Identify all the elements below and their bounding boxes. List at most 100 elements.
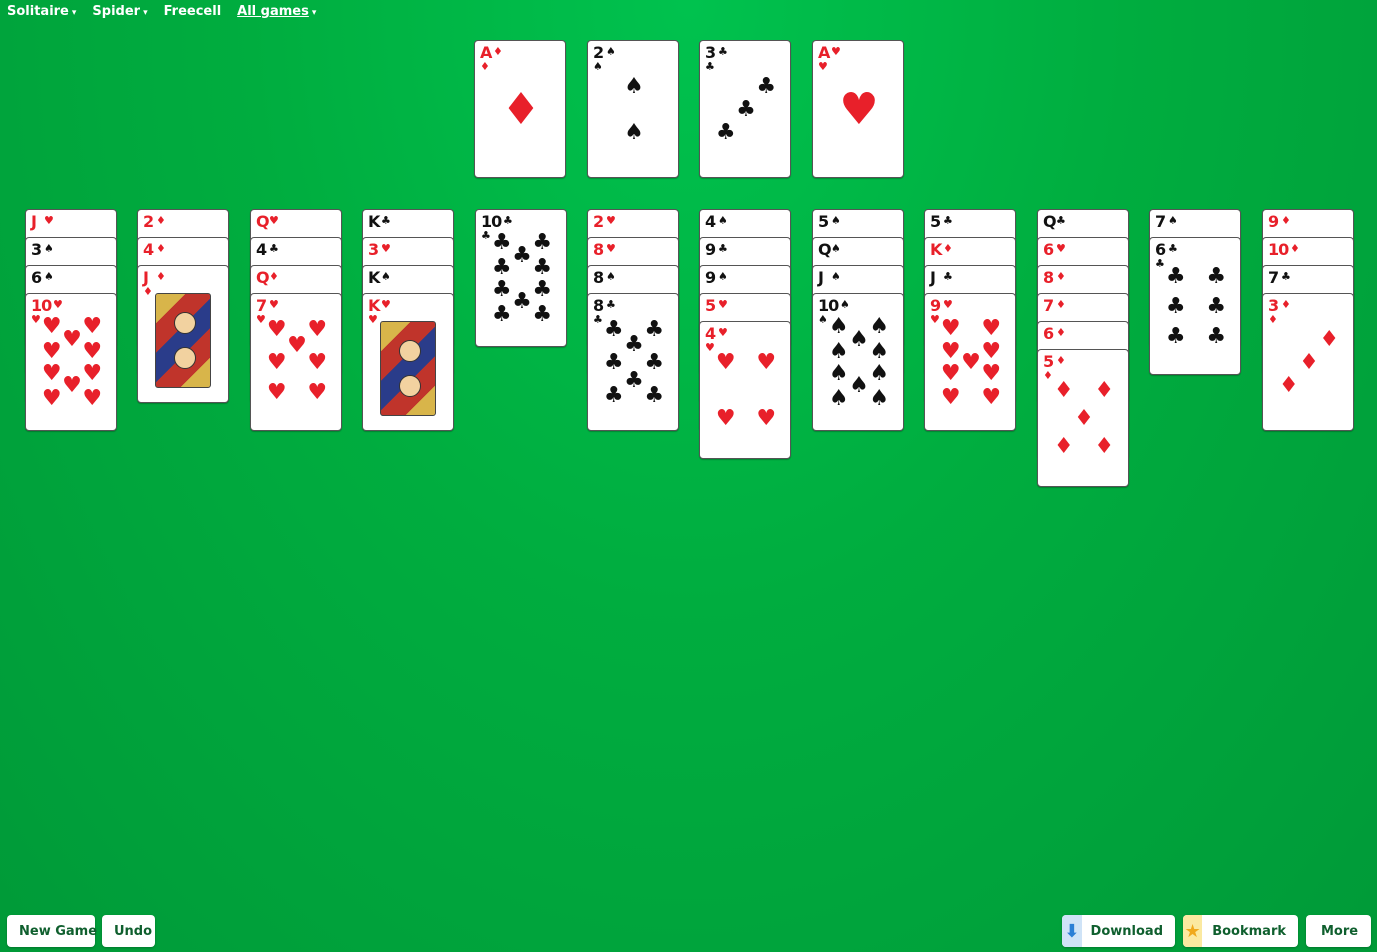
card-rank: 8 <box>593 240 604 259</box>
download-label: Download <box>1090 923 1163 939</box>
heart-pip-icon: ♥ <box>287 333 307 359</box>
heart-suit-icon: ♥ <box>269 298 279 311</box>
club-pip-icon: ♣ <box>532 230 553 256</box>
card-rank: K <box>368 212 380 231</box>
club-pip-icon: ♣ <box>624 367 644 393</box>
heart-suit-icon: ♥ <box>53 298 63 311</box>
heart-pip-icon: ♥ <box>41 338 62 364</box>
more-button[interactable]: More <box>1306 915 1371 947</box>
card-rank: 8 <box>1043 268 1054 287</box>
heart-corner-icon: ♥ <box>705 341 715 354</box>
face-head-icon <box>399 340 421 362</box>
heart-pip-icon: ♥ <box>41 361 62 387</box>
heart-pip-icon: ♥ <box>756 405 777 431</box>
club-pip-icon: ♣ <box>624 332 644 358</box>
caret-down-icon: ▾ <box>71 8 77 18</box>
heart-pip-icon: ♥ <box>981 338 1002 364</box>
card-10-of-spades[interactable]: 10 ♠ ♠ ♠ ♠ ♠ ♠ ♠ ♠ ♠ ♠ ♠ ♠ <box>812 293 904 431</box>
spade-pip-icon: ♠ <box>828 314 849 340</box>
heart-corner-icon: ♥ <box>256 313 266 326</box>
club-pip-icon: ♣ <box>512 242 532 268</box>
club-suit-icon: ♣ <box>503 214 513 227</box>
card-rank: J <box>31 212 37 231</box>
heart-pip-icon: ♥ <box>756 350 777 376</box>
diamond-suit-icon: ♦ <box>493 45 503 58</box>
card-10-of-clubs[interactable]: 10 ♣ ♣ ♣ ♣ ♣ ♣ ♣ ♣ ♣ ♣ ♣ ♣ <box>475 209 567 347</box>
heart-pip-icon: ♥ <box>307 380 328 406</box>
download-arrow-icon: ⬇ <box>1062 915 1082 947</box>
spade-corner-icon: ♠ <box>593 60 603 73</box>
club-pip-icon: ♣ <box>736 97 756 122</box>
card-3-of-diamonds[interactable]: 3 ♦ ♦ ♦ ♦ ♦ <box>1262 293 1354 431</box>
spade-pip-icon: ♠ <box>624 73 644 99</box>
heart-corner-icon: ♥ <box>930 313 940 326</box>
spade-suit-icon: ♠ <box>44 270 54 283</box>
diamond-corner-icon: ♦ <box>1043 369 1053 382</box>
club-pip-icon: ♣ <box>603 350 624 375</box>
card-6-of-clubs[interactable]: 6 ♣ ♣ ♣ ♣ ♣ ♣ ♣ ♣ <box>1149 237 1241 375</box>
card-j-of-diamonds[interactable]: J ♦ ♦ <box>137 265 229 403</box>
card-rank: 7 <box>1043 296 1054 315</box>
face-head-icon <box>399 375 421 397</box>
spade-suit-icon: ♠ <box>44 242 54 255</box>
nav-item-solitaire[interactable]: Solitaire ▾ <box>7 4 76 19</box>
card-3-of-clubs[interactable]: 3 ♣ ♣ ♣ ♣ ♣ <box>699 40 791 178</box>
heart-pip-icon: ♥ <box>307 316 328 342</box>
card-a-of-diamonds[interactable]: A ♦ ♦ ♦ <box>474 40 566 178</box>
heart-pip-icon: ♥ <box>981 315 1002 341</box>
club-pip-icon: ♣ <box>491 277 512 303</box>
card-7-of-hearts[interactable]: 7 ♥ ♥ ♥ ♥ ♥ ♥ ♥ ♥ ♥ <box>250 293 342 431</box>
card-rank: 6 <box>1043 324 1054 343</box>
heart-pip-icon: ♥ <box>715 350 736 376</box>
diamond-suit-icon: ♦ <box>156 242 166 255</box>
card-2-of-spades[interactable]: 2 ♠ ♠ ♠ ♠ <box>587 40 679 178</box>
nav-item-freecell[interactable]: Freecell <box>164 4 222 19</box>
spade-suit-icon: ♠ <box>718 270 728 283</box>
nav-item-all-games[interactable]: All games ▾ <box>237 4 316 19</box>
club-corner-icon: ♣ <box>705 60 715 73</box>
spade-corner-icon: ♠ <box>818 313 828 326</box>
download-button[interactable]: ⬇ Download <box>1062 915 1175 947</box>
new-game-button[interactable]: New Game <box>7 915 97 947</box>
card-rank: 10 <box>1268 240 1289 259</box>
heart-pip-icon: ♥ <box>266 380 287 406</box>
club-pip-icon: ♣ <box>644 350 665 375</box>
card-8-of-clubs[interactable]: 8 ♣ ♣ ♣ ♣ ♣ ♣ ♣ ♣ ♣ ♣ <box>587 293 679 431</box>
card-k-of-hearts[interactable]: K ♥ ♥ <box>362 293 454 431</box>
card-rank: 2 <box>143 212 154 231</box>
spade-suit-icon: ♠ <box>831 270 841 283</box>
club-pip-icon: ♣ <box>512 289 532 315</box>
card-5-of-diamonds[interactable]: 5 ♦ ♦ ♦ ♦ ♦ ♦ ♦ <box>1037 349 1129 487</box>
card-rank: 5 <box>818 212 829 231</box>
face-head-icon <box>174 312 196 334</box>
heart-pip-icon: ♥ <box>981 361 1002 387</box>
face-head-icon <box>174 347 196 369</box>
card-rank: Q <box>1043 212 1057 231</box>
club-pip-icon: ♣ <box>644 316 665 342</box>
heart-suit-icon: ♥ <box>381 242 391 255</box>
heart-pip-icon: ♥ <box>82 314 103 340</box>
diamond-suit-icon: ♦ <box>1290 242 1300 255</box>
bookmark-button[interactable]: ★ Bookmark <box>1183 915 1298 947</box>
heart-suit-icon: ♥ <box>606 214 616 227</box>
nav-item-label: Solitaire <box>7 4 69 19</box>
card-9-of-hearts[interactable]: 9 ♥ ♥ ♥ ♥ ♥ ♥ ♥ ♥ ♥ ♥ ♥ <box>924 293 1016 431</box>
heart-pip-icon: ♥ <box>82 385 103 411</box>
card-rank: 3 <box>368 240 379 259</box>
heart-pip-icon: ♥ <box>41 385 62 411</box>
undo-button[interactable]: Undo <box>102 915 155 947</box>
top-nav: Solitaire ▾ Spider ▾ Freecell All games ▾ <box>7 4 316 19</box>
nav-item-spider[interactable]: Spider ▾ <box>92 4 147 19</box>
club-pip-icon: ♣ <box>532 254 553 280</box>
card-rank: 6 <box>31 268 42 287</box>
card-4-of-hearts[interactable]: 4 ♥ ♥ ♥ ♥ ♥ ♥ <box>699 321 791 459</box>
card-a-of-hearts[interactable]: A ♥ ♥ ♥ <box>812 40 904 178</box>
heart-corner-icon: ♥ <box>368 313 378 326</box>
card-rank: 9 <box>705 240 716 259</box>
diamond-suit-icon: ♦ <box>1056 326 1066 339</box>
card-rank: 4 <box>143 240 154 259</box>
card-10-of-hearts[interactable]: 10 ♥ ♥ ♥ ♥ ♥ ♥ ♥ ♥ ♥ ♥ ♥ ♥ <box>25 293 117 431</box>
card-rank: Q <box>256 268 270 287</box>
diamond-pip-icon: ♦ <box>1074 406 1094 431</box>
spade-pip-icon: ♠ <box>849 326 869 352</box>
